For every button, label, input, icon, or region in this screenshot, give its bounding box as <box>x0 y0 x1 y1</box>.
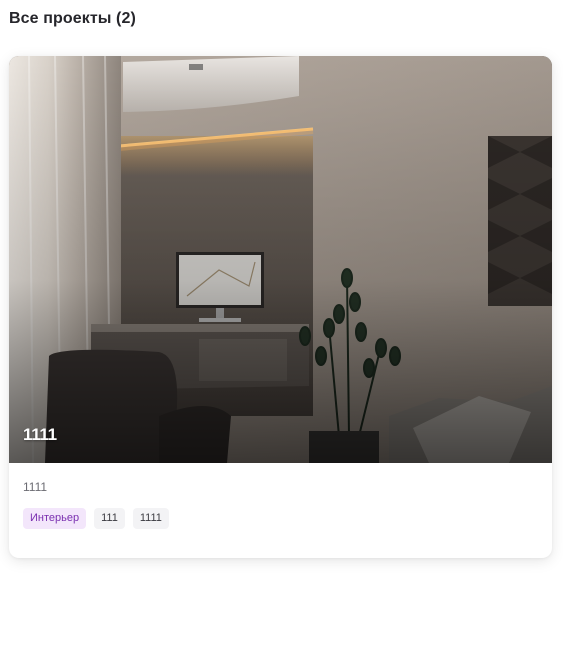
project-card[interactable]: 1111 1111 Интерьер 111 1111 <box>9 56 552 558</box>
project-cover-title: 1111 <box>23 425 57 444</box>
tag-111[interactable]: 111 <box>94 508 125 529</box>
project-cover-image[interactable]: 1111 <box>9 56 552 463</box>
tag-1111[interactable]: 1111 <box>132 508 169 529</box>
interior-photo <box>9 56 552 463</box>
tag-interior[interactable]: Интерьер <box>23 508 87 529</box>
project-description: 1111 <box>23 480 48 494</box>
project-tags: Интерьер 111 1111 <box>23 508 169 529</box>
page-title: Все проекты (2) <box>9 10 136 27</box>
